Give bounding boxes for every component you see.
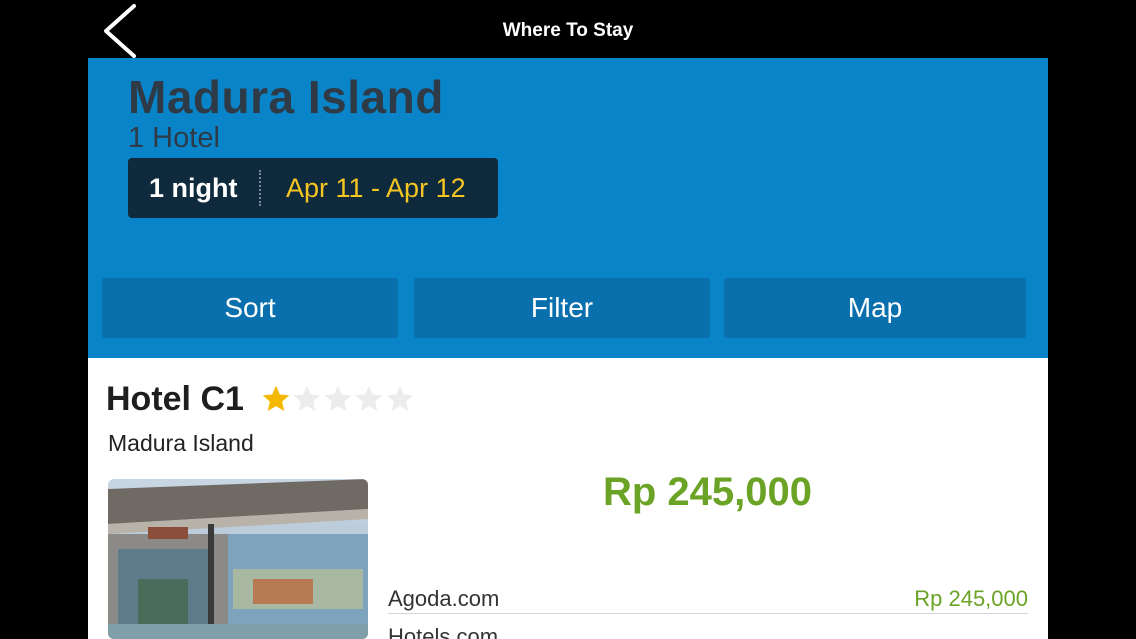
top-bar: Where To Stay xyxy=(0,0,1136,58)
hotel-name[interactable]: Hotel C1 xyxy=(106,380,244,419)
date-range: Apr 11 - Apr 12 xyxy=(286,173,466,203)
sort-button[interactable]: Sort xyxy=(102,278,398,338)
hotel-location: Madura Island xyxy=(108,430,254,456)
star-filled-icon xyxy=(262,385,290,411)
nights-count: 1 night xyxy=(149,173,238,203)
hotel-photo-image xyxy=(108,479,368,639)
date-divider xyxy=(259,170,261,206)
provider-row[interactable]: Hotels.com xyxy=(388,624,1028,639)
star-empty-icon xyxy=(386,385,414,411)
stay-dates-box[interactable]: 1 night Apr 11 - Apr 12 xyxy=(128,158,498,218)
hotel-price[interactable]: Rp 245,000 xyxy=(603,470,812,515)
map-button[interactable]: Map xyxy=(724,278,1026,338)
row-divider xyxy=(388,613,1028,614)
provider-name: Agoda.com xyxy=(388,586,500,611)
filter-button[interactable]: Filter xyxy=(414,278,710,338)
hotel-count: 1 Hotel xyxy=(128,122,220,154)
star-empty-icon xyxy=(293,385,321,411)
destination-title: Madura Island xyxy=(128,71,444,123)
star-empty-icon xyxy=(324,385,352,411)
provider-price: Rp 245,000 xyxy=(914,586,1028,611)
star-empty-icon xyxy=(355,385,383,411)
destination-header: Madura Island 1 Hotel 1 night Apr 11 - A… xyxy=(88,58,1048,358)
provider-name: Hotels.com xyxy=(388,624,499,639)
screen-title: Where To Stay xyxy=(502,20,634,41)
provider-row[interactable]: Agoda.com Rp 245,000 xyxy=(388,586,1028,616)
results-panel: Madura Island 1 Hotel 1 night Apr 11 - A… xyxy=(88,58,1048,639)
hotel-photo[interactable] xyxy=(108,479,368,639)
